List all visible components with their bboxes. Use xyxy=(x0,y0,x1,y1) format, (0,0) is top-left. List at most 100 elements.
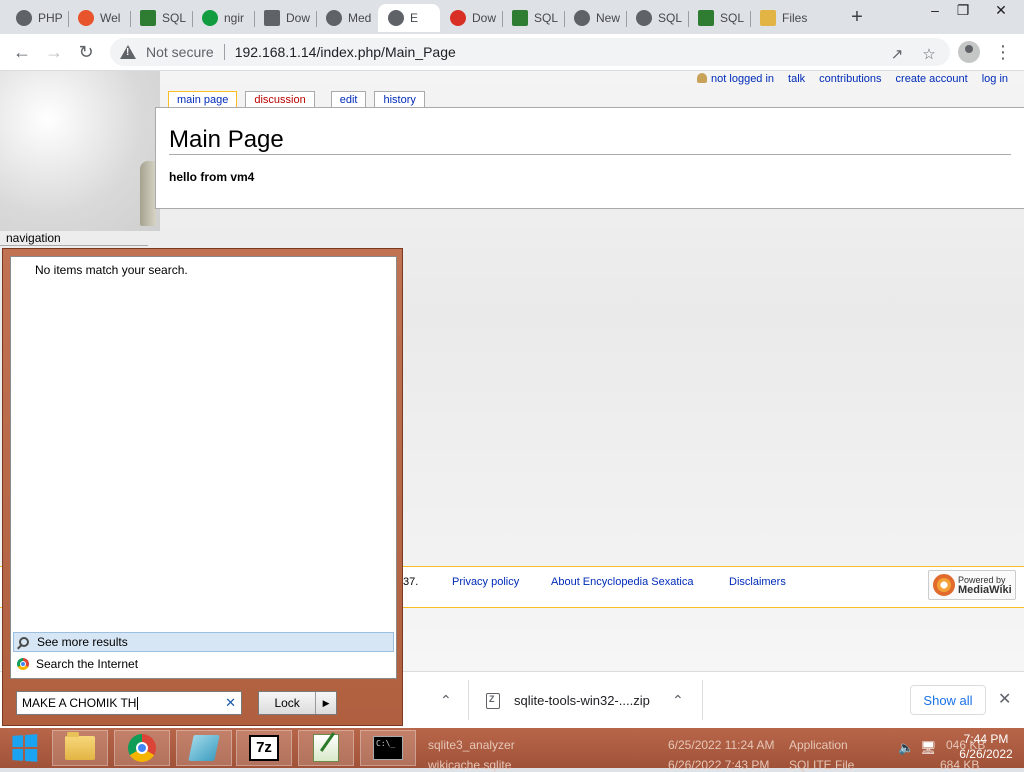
url-text[interactable]: 192.168.1.14/index.php/Main_Page xyxy=(235,44,456,60)
folder-icon xyxy=(760,10,776,26)
see-more-results-label: See more results xyxy=(37,635,128,649)
behind-file-date: 6/25/2022 11:24 AM xyxy=(668,738,775,752)
command-prompt-icon: C:\_ xyxy=(373,736,403,760)
browser-tab[interactable]: SQL xyxy=(502,4,564,32)
divider xyxy=(223,44,225,60)
security-label[interactable]: Not secure xyxy=(146,44,214,60)
clock-date: 6/26/2022 xyxy=(959,747,1013,761)
search-input-value: MAKE A CHOMIK TH xyxy=(22,696,137,710)
tab-edit[interactable]: edit xyxy=(330,91,367,108)
tab-label: SQL xyxy=(534,11,559,25)
start-menu: No items match your search. See more res… xyxy=(2,248,403,726)
lock-button[interactable]: Lock ▶ xyxy=(258,691,337,715)
store-icon xyxy=(450,10,466,26)
navigation-heading: navigation xyxy=(6,231,61,245)
taskbar-file-explorer[interactable] xyxy=(52,730,108,766)
tab-discussion[interactable]: discussion xyxy=(245,91,315,108)
browser-tab[interactable]: ngir xyxy=(192,4,254,32)
wiki-logo[interactable] xyxy=(140,161,156,226)
diamond-icon xyxy=(636,10,652,26)
browser-tab[interactable]: SQL xyxy=(688,4,750,32)
chrome-icon xyxy=(128,734,156,762)
taskbar-notepad-plus[interactable] xyxy=(298,730,354,766)
start-search-input[interactable]: MAKE A CHOMIK TH ✕ xyxy=(16,691,242,715)
tab-label: SQL xyxy=(658,11,683,25)
download-options-chevron-icon[interactable]: ⌃ xyxy=(672,672,684,729)
lock-label: Lock xyxy=(274,696,300,710)
privacy-policy-link[interactable]: Privacy policy xyxy=(452,576,519,588)
clock-time: 7:44 PM xyxy=(963,732,1009,746)
start-button[interactable] xyxy=(0,730,48,766)
download-item[interactable]: sqlite-tools-win32-....zip xyxy=(486,672,650,729)
bookmark-star-icon[interactable]: ☆ xyxy=(918,44,940,66)
back-icon[interactable]: ← xyxy=(10,40,34,64)
previous-download-chevron-icon[interactable]: ⌃ xyxy=(440,672,452,729)
create-account-link[interactable]: create account xyxy=(896,73,968,85)
network-icon[interactable]: 🖥 xyxy=(920,740,937,756)
forward-icon[interactable]: → xyxy=(42,40,66,64)
globe-icon xyxy=(326,10,342,26)
browser-tab[interactable]: Wel xyxy=(68,4,130,32)
browser-tab[interactable]: New xyxy=(564,4,626,32)
behind-file-type: Application xyxy=(789,738,848,752)
download-icon xyxy=(264,10,280,26)
behind-file-type: SQLITE File xyxy=(789,758,855,772)
browser-tab[interactable]: E xyxy=(378,4,440,32)
tab-label: ngir xyxy=(224,11,245,25)
clock[interactable]: 7:44 PM 6/26/2022 xyxy=(956,732,1016,762)
no-results-message: No items match your search. xyxy=(35,263,188,277)
tab-main-page[interactable]: main page xyxy=(168,91,238,108)
tab-label: SQL xyxy=(720,11,745,25)
tab-history[interactable]: history xyxy=(374,91,425,108)
speaker-muted-icon[interactable]: 🔈 xyxy=(898,740,914,756)
menu-kebab-icon[interactable]: ⋮ xyxy=(994,40,1012,64)
folder-icon xyxy=(65,732,95,760)
taskbar-chrome[interactable] xyxy=(114,730,170,766)
share-icon[interactable]: ↗ xyxy=(886,44,908,66)
browser-tab[interactable]: Dow xyxy=(440,4,502,32)
tab-strip: PHP Wel SQL ngir Dow Med E Dow SQL New SQL SQL Files… xyxy=(0,0,1024,34)
close-window-button[interactable]: ✕ xyxy=(978,0,1024,22)
tab-label: Wel xyxy=(100,11,121,25)
reload-icon[interactable]: ↻ xyxy=(74,40,98,64)
profile-avatar-icon[interactable] xyxy=(958,41,980,63)
browser-tab[interactable]: SQL xyxy=(130,4,192,32)
brave-icon xyxy=(78,10,94,26)
powered-by-mediawiki-badge[interactable]: Powered by MediaWiki xyxy=(928,570,1016,600)
globe-icon xyxy=(16,10,32,26)
browser-tab[interactable]: SQL xyxy=(626,4,688,32)
contributions-link[interactable]: contributions xyxy=(819,73,881,85)
notepad-icon xyxy=(188,735,220,761)
title-divider xyxy=(169,154,1011,155)
taskbar-notepad[interactable] xyxy=(176,730,232,766)
chrome-icon xyxy=(574,10,590,26)
search-internet-button[interactable]: Search the Internet xyxy=(13,654,394,674)
browser-toolbar: ← → ↻ Not secure 192.168.1.14/index.php/… xyxy=(0,34,1024,71)
power-options-arrow-icon[interactable]: ▶ xyxy=(315,692,336,714)
new-tab-button[interactable]: + xyxy=(846,6,868,28)
divider xyxy=(468,680,469,720)
browser-tab[interactable]: Dow xyxy=(254,4,316,32)
close-download-bar-icon[interactable]: ✕ xyxy=(998,689,1011,709)
text-caret xyxy=(137,696,139,710)
taskbar: 7z C:\_ sqlite3_analyzer 6/25/2022 11:24… xyxy=(0,728,1024,772)
windows-logo-icon xyxy=(12,734,38,762)
talk-link[interactable]: talk xyxy=(788,73,805,85)
disclaimers-link[interactable]: Disclaimers xyxy=(729,576,786,588)
restore-button[interactable]: ❐ xyxy=(946,0,980,22)
clear-search-icon[interactable]: ✕ xyxy=(225,695,236,711)
warning-icon[interactable] xyxy=(120,44,136,60)
taskbar-7zip[interactable]: 7z xyxy=(236,730,292,766)
browser-tab[interactable]: Files xyxy=(750,4,812,32)
show-all-button[interactable]: Show all xyxy=(910,685,986,715)
not-logged-in-link[interactable]: not logged in xyxy=(697,73,774,85)
browser-tab[interactable]: Med xyxy=(316,4,378,32)
browser-tab[interactable]: PHP xyxy=(6,4,68,32)
taskbar-cmd[interactable]: C:\_ xyxy=(360,730,416,766)
address-bar[interactable]: Not secure 192.168.1.14/index.php/Main_P… xyxy=(110,38,950,66)
log-in-link[interactable]: log in xyxy=(982,73,1008,85)
divider xyxy=(702,680,703,720)
see-more-results-button[interactable]: See more results xyxy=(13,632,394,652)
tab-label: SQL xyxy=(162,11,187,25)
about-link[interactable]: About Encyclopedia Sexatica xyxy=(551,576,693,588)
